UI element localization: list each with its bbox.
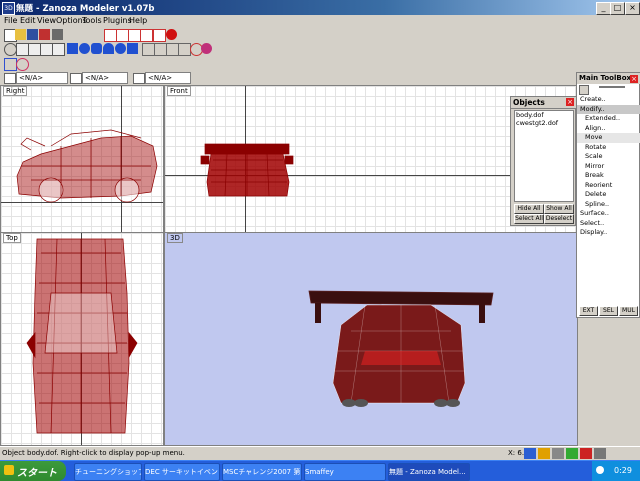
- keyboard-icon[interactable]: [524, 448, 536, 459]
- toolbox-collapse-icon[interactable]: [599, 86, 625, 94]
- menu-bar: File Edit View Options Tools Plugins Hel…: [0, 15, 640, 27]
- task-dec-event[interactable]: DEC サーキットイベント...: [144, 463, 220, 481]
- tool-icon[interactable]: [552, 448, 564, 459]
- car-3d-render: [308, 290, 494, 407]
- cone-icon[interactable]: [103, 43, 114, 54]
- close-button[interactable]: ×: [625, 2, 640, 15]
- layer-combo-1[interactable]: <N/A>: [16, 72, 68, 84]
- layer-combo-2[interactable]: <N/A>: [82, 72, 128, 84]
- maximize-button[interactable]: □: [610, 2, 625, 15]
- task-zanoza-modeler[interactable]: 無題 - Zanoza Model...: [388, 463, 470, 481]
- toolbox-delete[interactable]: Delete: [577, 190, 640, 200]
- toolbox-modify[interactable]: Modify..: [577, 104, 640, 114]
- plane-icon[interactable]: [127, 43, 138, 54]
- layer-swatch-1[interactable]: [4, 73, 16, 84]
- layer-combo-3[interactable]: <N/A>: [145, 72, 191, 84]
- viewport-top[interactable]: Top: [0, 232, 164, 446]
- taskbar: スタート チューニングショップ（カ... DEC サーキットイベント... MS…: [0, 460, 640, 481]
- group-icon[interactable]: [153, 29, 166, 42]
- viewport-3d[interactable]: 3D: [164, 232, 578, 446]
- toolbox-scale[interactable]: Scale: [577, 152, 640, 162]
- task-tuning-shop[interactable]: チューニングショップ（カ...: [74, 463, 142, 481]
- toolbox-create[interactable]: Create..: [577, 95, 640, 105]
- help-icon[interactable]: [566, 448, 578, 459]
- z-tool-icon[interactable]: [201, 43, 212, 54]
- menu-edit[interactable]: Edit: [20, 16, 36, 25]
- toolbox-select[interactable]: Select..: [577, 219, 640, 229]
- toolbox-extended[interactable]: Extended..: [577, 114, 640, 124]
- deselect-button[interactable]: Deselect: [544, 214, 574, 224]
- start-label: スタート: [17, 468, 57, 479]
- layer-swatch-2[interactable]: [70, 73, 82, 84]
- mul-button[interactable]: MUL: [619, 306, 638, 316]
- open-folder-icon[interactable]: [15, 29, 26, 40]
- toolbox-pin-icon[interactable]: [579, 85, 589, 95]
- menu-plugins[interactable]: Plugins: [103, 16, 132, 25]
- layer-swatch-3[interactable]: [133, 73, 145, 84]
- toolbox-break[interactable]: Break: [577, 171, 640, 181]
- torus-icon[interactable]: [115, 43, 126, 54]
- cylinder-icon[interactable]: [91, 43, 102, 54]
- layer-combos: <N/A> <N/A> <N/A>: [0, 71, 576, 84]
- objects-panel: Objects × body.dof cwestgt2.dof Hide All…: [510, 96, 577, 226]
- toolbox-surface[interactable]: Surface..: [577, 209, 640, 219]
- ext-button[interactable]: EXT: [579, 306, 598, 316]
- point-icon[interactable]: [16, 58, 29, 71]
- fit-icon[interactable]: [52, 43, 65, 56]
- toolbox-rotate[interactable]: Rotate: [577, 143, 640, 153]
- status-bar: Object body.dof. Right-click to display …: [0, 446, 640, 461]
- hide-all-button[interactable]: Hide All: [514, 204, 544, 214]
- menu-help[interactable]: Help: [129, 16, 147, 25]
- toolbar-tools: [0, 42, 640, 57]
- toolbox-move[interactable]: Move: [577, 133, 640, 143]
- caps-icon[interactable]: [594, 448, 606, 459]
- viewport-right[interactable]: Right: [0, 85, 164, 233]
- objects-list: body.dof cwestgt2.dof: [514, 110, 574, 202]
- ime-icon[interactable]: [538, 448, 550, 459]
- menu-file[interactable]: File: [4, 16, 17, 25]
- render-sphere-icon[interactable]: [166, 29, 177, 40]
- clock: 0:29: [614, 466, 632, 475]
- minimize-button[interactable]: _: [596, 2, 611, 15]
- select-all-button[interactable]: Select All: [514, 214, 544, 224]
- print-icon[interactable]: [52, 29, 63, 40]
- layers-icon[interactable]: [140, 29, 153, 42]
- window-title: 無題 - Zanoza Modeler v1.07b: [16, 4, 155, 14]
- task-smaffey[interactable]: Smaffey: [304, 463, 386, 481]
- toolbox-close-icon[interactable]: ×: [630, 75, 638, 83]
- delete-icon[interactable]: [39, 29, 50, 40]
- windows-logo-icon: [4, 465, 14, 475]
- volume-icon[interactable]: [596, 466, 604, 474]
- menu-tools[interactable]: Tools: [82, 16, 102, 25]
- task-msc-challenge[interactable]: MSCチャレンジ2007 第...: [222, 463, 302, 481]
- main-toolbox: Main ToolBox × Create.. Modify.. Extende…: [576, 72, 640, 318]
- car-side-wireframe: [16, 129, 158, 203]
- save-icon[interactable]: [27, 29, 38, 40]
- cube-icon[interactable]: [67, 43, 78, 54]
- objects-item-cwestgt2[interactable]: cwestgt2.dof: [515, 119, 573, 127]
- start-button[interactable]: スタート: [0, 461, 66, 481]
- objects-item-body[interactable]: body.dof: [515, 111, 573, 119]
- sphere-icon[interactable]: [79, 43, 90, 54]
- app-icon: 3D: [2, 2, 15, 15]
- toolbox-spline[interactable]: Spline..: [577, 200, 640, 210]
- toolbar-extra: [0, 57, 640, 72]
- status-text: Object body.dof. Right-click to display …: [2, 449, 185, 457]
- sel-button[interactable]: SEL: [599, 306, 618, 316]
- objects-close-icon[interactable]: ×: [566, 98, 574, 106]
- settings-icon[interactable]: [580, 448, 592, 459]
- toolbox-reorient[interactable]: Reorient: [577, 181, 640, 191]
- system-tray: 0:29: [592, 461, 640, 481]
- menu-view[interactable]: View: [37, 16, 56, 25]
- show-all-button[interactable]: Show All: [544, 204, 574, 214]
- title-bar: 3D 無題 - Zanoza Modeler v1.07b _ □ ×: [0, 0, 640, 15]
- car-top-wireframe: [26, 238, 138, 434]
- toolbox-display[interactable]: Display..: [577, 228, 640, 238]
- toolbar-main: H V D: [0, 28, 640, 67]
- toolbox-align[interactable]: Align..: [577, 124, 640, 134]
- toolbox-mirror[interactable]: Mirror: [577, 162, 640, 172]
